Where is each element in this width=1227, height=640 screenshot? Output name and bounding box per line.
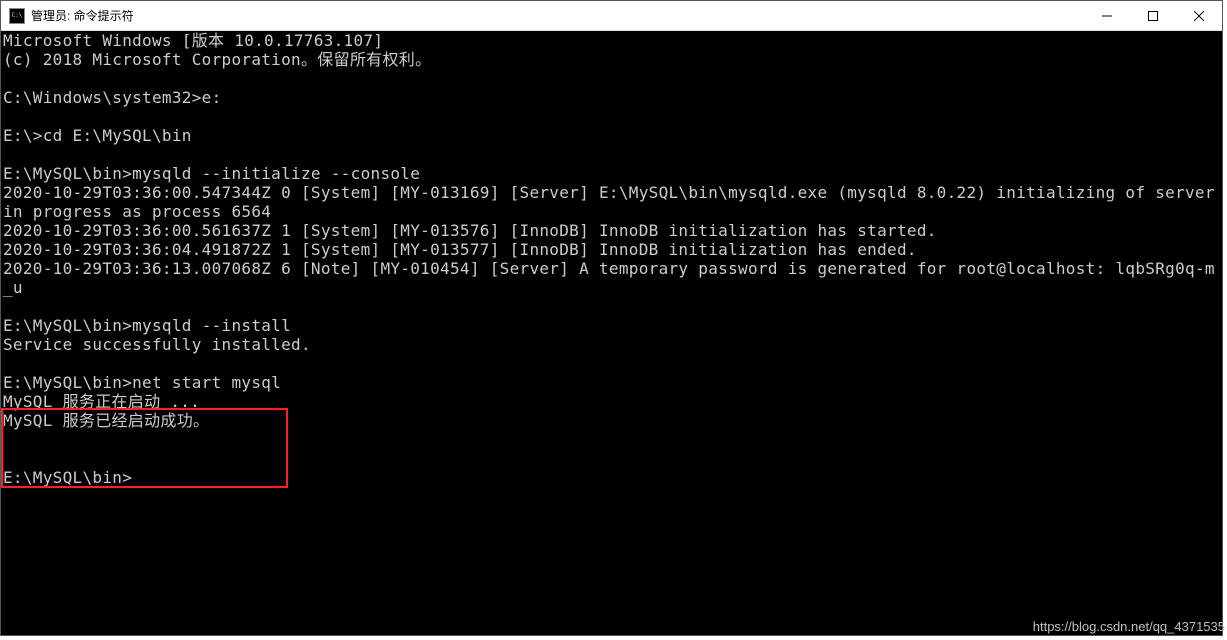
titlebar[interactable]: 管理员: 命令提示符 [1, 1, 1222, 31]
maximize-icon [1148, 11, 1158, 21]
close-button[interactable] [1176, 1, 1222, 30]
watermark-text: https://blog.csdn.net/qq_4371535 [1033, 619, 1225, 634]
minimize-button[interactable] [1084, 1, 1130, 30]
window-controls [1084, 1, 1222, 30]
command-prompt-window: 管理员: 命令提示符 Microsoft Windows [版本 10.0.17… [0, 0, 1223, 636]
window-title: 管理员: 命令提示符 [31, 7, 1084, 24]
minimize-icon [1102, 11, 1112, 21]
close-icon [1194, 11, 1204, 21]
terminal-output[interactable]: Microsoft Windows [版本 10.0.17763.107] (c… [1, 31, 1222, 635]
terminal-text: Microsoft Windows [版本 10.0.17763.107] (c… [3, 31, 1225, 487]
cmd-icon [9, 8, 25, 24]
maximize-button[interactable] [1130, 1, 1176, 30]
